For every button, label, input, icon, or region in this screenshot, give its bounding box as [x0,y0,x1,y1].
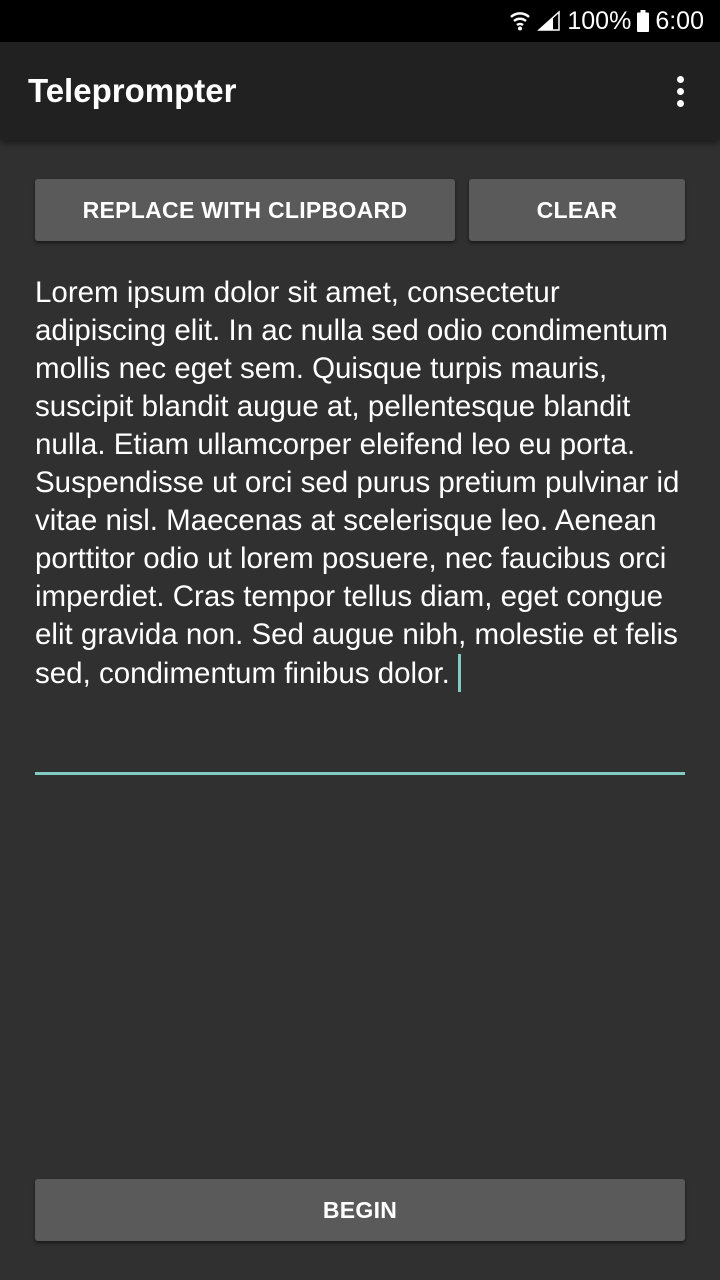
script-text: Lorem ipsum dolor sit amet, consectetur … [35,276,680,690]
begin-button[interactable]: BEGIN [35,1179,685,1241]
text-field-underline [35,772,685,775]
clock: 6:00 [655,6,704,35]
wifi-icon [509,9,531,33]
signal-icon [537,10,561,32]
text-cursor [457,654,461,692]
status-icons: 100% 6:00 [509,0,704,42]
clear-button[interactable]: CLEAR [469,179,685,241]
app-title: Teleprompter [28,72,237,109]
status-bar: 100% 6:00 [0,0,720,42]
app-bar: Teleprompter [0,42,720,140]
battery-level: 100% [567,6,632,35]
replace-with-clipboard-button[interactable]: REPLACE WITH CLIPBOARD [35,179,455,241]
battery-icon [637,10,650,32]
more-vert-icon[interactable] [662,72,698,110]
script-text-field[interactable]: Lorem ipsum dolor sit amet, consectetur … [35,274,685,693]
